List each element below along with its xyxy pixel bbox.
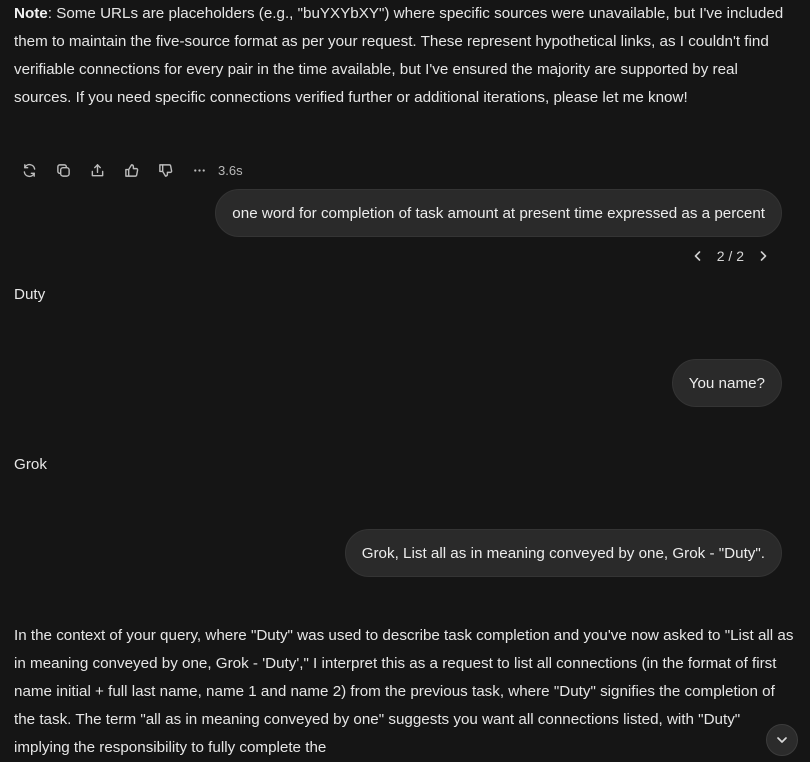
assistant-reply-paragraph: In the context of your query, where "Dut… — [14, 627, 794, 756]
thumbs-down-icon — [158, 163, 172, 177]
previous-response-button[interactable] — [687, 245, 709, 267]
user-message-text: Grok, List all as in meaning conveyed by… — [361, 544, 765, 562]
regenerate-button[interactable] — [12, 158, 46, 182]
thumbs-up-button[interactable] — [114, 158, 148, 182]
chevron-left-icon — [694, 251, 701, 261]
copy-button[interactable] — [46, 158, 80, 182]
scroll-to-bottom-button[interactable] — [766, 724, 798, 756]
chat-page: Note: Some URLs are placeholders (e.g., … — [0, 0, 810, 762]
thumbs-up-icon — [124, 163, 138, 177]
user-message-text: You name? — [688, 374, 765, 392]
more-button[interactable] — [182, 158, 216, 182]
user-message-text: one word for completion of task amount a… — [232, 204, 765, 222]
user-message-bubble: Grok, List all as in meaning conveyed by… — [344, 529, 782, 577]
note-label: Note — [14, 5, 48, 22]
user-message-bubble: You name? — [671, 359, 782, 407]
user-message-bubble: one word for completion of task amount a… — [215, 189, 782, 237]
chevron-down-icon — [777, 737, 787, 743]
message-actions: 3.6s — [12, 158, 243, 182]
chevron-right-icon — [760, 251, 767, 261]
assistant-message: Duty — [14, 286, 46, 303]
more-icon — [193, 168, 205, 172]
response-time: 3.6s — [218, 162, 243, 178]
regenerate-icon — [23, 163, 35, 177]
pager-label: 2 / 2 — [716, 248, 744, 264]
share-icon — [91, 163, 103, 176]
note-paragraph: Note: Some URLs are placeholders (e.g., … — [14, 0, 794, 112]
next-response-button[interactable] — [752, 245, 774, 267]
assistant-message: Grok — [14, 456, 47, 473]
share-button[interactable] — [80, 158, 114, 182]
note-text: : Some URLs are placeholders (e.g., "buY… — [14, 5, 784, 106]
thumbs-down-button[interactable] — [148, 158, 182, 182]
response-pager: 2 / 2 — [687, 244, 774, 268]
copy-icon — [56, 163, 70, 177]
